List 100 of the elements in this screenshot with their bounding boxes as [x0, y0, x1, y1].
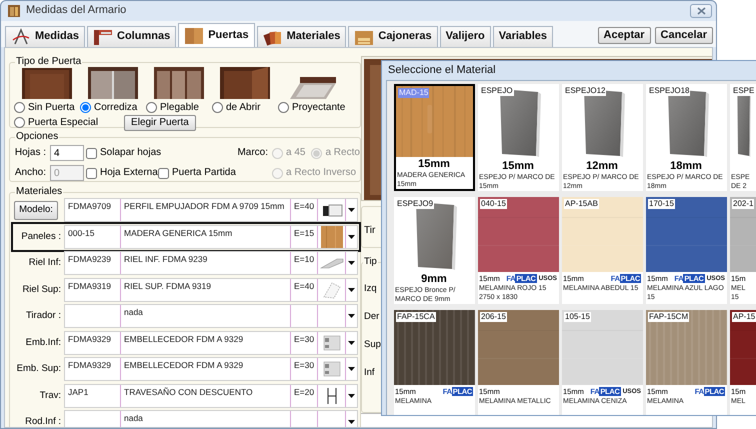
material-code: FAP-15CA [396, 312, 436, 322]
description-cell: nada [121, 411, 291, 427]
material-field[interactable]: nada [64, 410, 358, 427]
caret-icon[interactable] [348, 394, 355, 398]
material-code: ESPE [732, 86, 756, 96]
checkbox[interactable] [86, 168, 97, 178]
thickness-label: 9mm [420, 273, 448, 286]
material-field[interactable]: FDMA9709 PERFIL EMPUJADOR FDM A 9709 15mm E=40 [64, 198, 358, 222]
code-cell: FDMA9239 [65, 252, 121, 274]
option-label: Puerta Especial [28, 116, 98, 128]
dialog-button[interactable]: Cancelar [654, 26, 713, 44]
group-title: Tip [363, 256, 378, 268]
field-label: Riel Inf: [28, 257, 62, 269]
option-label: Hoja Externa [100, 167, 158, 179]
field-label: Inf [364, 367, 375, 378]
radio-button[interactable] [212, 102, 223, 113]
input-field[interactable]: 4 [50, 145, 84, 161]
code-cell: FDMA9329 [65, 358, 121, 380]
material-field[interactable]: FDMA9329 EMBELLECEDOR FDM A 9329 E=30 [64, 330, 358, 354]
frame-icon [93, 28, 114, 46]
thickness-cell: E=15 [291, 226, 318, 248]
close-button[interactable] [690, 4, 712, 18]
material-field[interactable]: JAP1 TRAVESAÑO CON DESCUENTO E=20 [64, 384, 358, 408]
material-code: 105-15 [564, 312, 591, 322]
tab[interactable]: Valijero [440, 26, 491, 47]
material-field[interactable]: FDMA9319 RIEL SUP. FDMA 9319 E=40 [64, 278, 358, 302]
field-label: Marco: [236, 147, 268, 159]
caret-icon[interactable] [348, 314, 355, 318]
window-title: Medidas del Armario [26, 4, 126, 18]
material-field[interactable]: 000-15 MADERA GENERICA 15mm E=15 [64, 224, 358, 248]
drawer-box-icon [354, 28, 374, 46]
wardrobe-icon [7, 4, 21, 18]
code-cell: FDMA9709 [65, 199, 121, 221]
tab[interactable]: Cajoneras [348, 26, 438, 47]
field-label: Riel Sup: [21, 284, 62, 296]
trim-icon [322, 334, 340, 350]
tab[interactable]: Variables [492, 26, 554, 47]
dialog-button[interactable]: Aceptar [598, 26, 651, 44]
caret-icon[interactable] [348, 367, 355, 371]
field-label: Emb. Sup: [16, 363, 62, 375]
field-label: Sup [364, 339, 381, 350]
thickness-cell: E=30 [291, 358, 318, 380]
material-code: 206-15 [480, 312, 507, 322]
option-label: Sin Puerta [28, 102, 75, 114]
material-code: 202-1 [732, 199, 754, 209]
caret-icon[interactable] [348, 420, 355, 424]
code-cell: FDMA9319 [65, 278, 121, 300]
material-field[interactable]: FDMA9329 EMBELLECEDOR FDM A 9329 E=30 [64, 357, 358, 381]
option-label: Corrediza [94, 102, 138, 114]
radio-button[interactable] [14, 102, 25, 113]
field-label: Emb.Inf: [24, 336, 62, 348]
material-code: AP-15 [732, 312, 756, 322]
description-cell: MADERA GENERICA 15mm [121, 226, 291, 248]
option-label: a 45 [286, 147, 306, 159]
rail-icon [320, 257, 344, 269]
tab[interactable]: Puertas [178, 23, 255, 47]
crossbar-icon [326, 386, 338, 406]
field-label: Tir [364, 225, 376, 236]
description-cell: EMBELLECEDOR FDM A 9329 [121, 358, 291, 380]
option-label: a Recto [325, 147, 360, 159]
caret-icon[interactable] [348, 340, 355, 344]
caret-icon[interactable] [348, 234, 355, 238]
tab[interactable]: Medidas [5, 26, 86, 47]
option-label: Puerta Partida [172, 167, 236, 179]
thickness-cell: E=20 [291, 384, 318, 406]
field-label: Izq [364, 283, 377, 294]
material-code: FAP-15CM [648, 312, 690, 322]
caret-icon[interactable] [348, 261, 355, 265]
option-label: Solapar hojas [100, 147, 162, 159]
field-label: Tirador : [24, 310, 62, 322]
code-cell: 000-15 [65, 226, 121, 248]
field-label: Trav: [38, 390, 62, 402]
option-label: Plegable [160, 102, 199, 114]
material-code: 170-15 [648, 199, 675, 209]
thickness-cell: E=40 [291, 278, 318, 300]
radio-button[interactable] [278, 102, 289, 113]
option-label: de Abrir [226, 102, 260, 114]
tab[interactable]: Materiales [256, 26, 346, 47]
close-icon [696, 7, 706, 15]
option-label: a Recto Inverso [286, 167, 356, 179]
wood-swatch-icon [320, 226, 342, 248]
choose-door-button[interactable]: Elegir Puerta [124, 114, 196, 130]
material-field[interactable]: FDMA9239 RIEL INF. FDMA 9239 E=10 [64, 251, 358, 275]
caret-icon[interactable] [348, 288, 355, 292]
field-label: Rod.Inf : [24, 416, 62, 427]
door-panel-icon [184, 26, 204, 44]
radio-button[interactable] [146, 102, 157, 113]
radio-button[interactable] [80, 102, 91, 113]
material-field[interactable]: nada [64, 304, 358, 328]
tab[interactable]: Columnas [87, 26, 176, 47]
trim-icon [322, 361, 340, 377]
code-cell: FDMA9329 [65, 332, 121, 354]
group-title: Opciones [15, 131, 60, 143]
caret-icon[interactable] [348, 208, 355, 212]
radio-button[interactable] [14, 117, 25, 128]
option-label: Proyectante [292, 102, 346, 114]
checkbox[interactable] [86, 148, 97, 158]
model-button[interactable]: Modelo: [14, 200, 58, 220]
code-cell: JAP1 [65, 384, 121, 406]
checkbox[interactable] [158, 168, 169, 178]
